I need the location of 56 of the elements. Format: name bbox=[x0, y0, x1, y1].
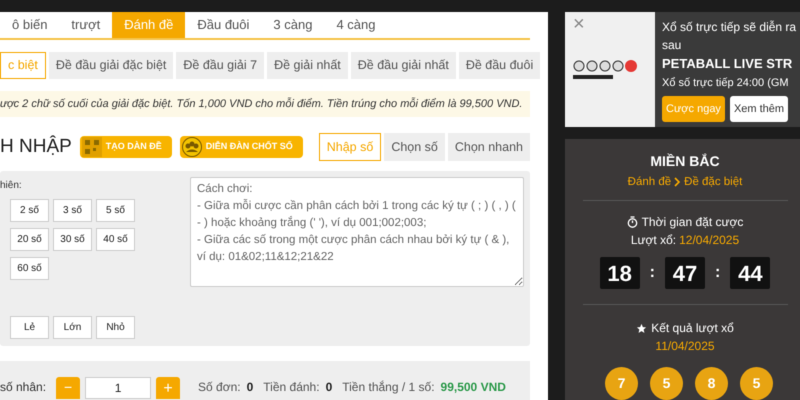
countdown-digit: 47 bbox=[665, 257, 705, 289]
game-tab[interactable]: 4 càng bbox=[324, 12, 388, 38]
summary-label: Tiền đánh: bbox=[263, 378, 320, 396]
qr-code-icon bbox=[82, 137, 102, 158]
countdown-digit: 18 bbox=[600, 257, 640, 289]
stopwatch-icon bbox=[626, 216, 638, 228]
quick-pick-button[interactable]: 30 số bbox=[53, 228, 92, 251]
bet-type-tab[interactable]: Đề đầu giải nhất bbox=[350, 52, 456, 79]
results-date: 11/04/2025 bbox=[655, 338, 715, 355]
filter-button[interactable]: Lẻ bbox=[10, 316, 49, 339]
breadcrumb-current: Đề đặc biệt bbox=[684, 174, 742, 190]
summary-label: Số đơn: bbox=[198, 378, 241, 396]
game-tab[interactable]: Đầu đuôi bbox=[185, 12, 262, 38]
region-title: MIỀN BẮC bbox=[650, 152, 720, 171]
random-label: hiên: bbox=[0, 178, 23, 193]
quick-pick-button[interactable]: 5 số bbox=[96, 198, 135, 222]
quick-pick-button[interactable]: 3 số bbox=[53, 198, 92, 222]
chevron-right-icon bbox=[674, 177, 682, 188]
section-title: H NHẬP bbox=[0, 134, 72, 159]
star-icon bbox=[636, 322, 648, 334]
quick-pick-button[interactable]: 60 số bbox=[10, 256, 49, 280]
summary-value: 99,500 VND bbox=[440, 378, 506, 396]
quick-pick-button[interactable]: 40 số bbox=[96, 228, 135, 251]
summary-label: Tiền thắng / 1 số: bbox=[342, 378, 435, 396]
bet-type-tab[interactable]: Đề đầu giải 7 bbox=[176, 52, 264, 79]
game-tab[interactable]: trượt bbox=[59, 12, 112, 38]
promo-title: PETABALL LIVE STR bbox=[662, 55, 794, 73]
game-tab[interactable]: ô biến bbox=[0, 12, 60, 38]
bet-type-tab[interactable]: Đề đầu giải đặc biệt bbox=[48, 52, 174, 79]
multiplier-label: số nhân: bbox=[0, 378, 46, 396]
quick-pick-button[interactable]: 20 số bbox=[10, 228, 49, 251]
filter-button[interactable]: Lớn bbox=[53, 316, 92, 339]
breadcrumb-link[interactable]: Đánh đề bbox=[628, 174, 672, 191]
bet-type-tab[interactable]: Đề giải nhất bbox=[267, 52, 348, 79]
input-mode-tab[interactable]: Chọn số bbox=[384, 133, 445, 162]
draw-date: 12/04/2025 bbox=[679, 232, 740, 249]
filter-button[interactable]: Nhỏ bbox=[96, 316, 135, 339]
input-mode-tab[interactable]: Chọn nhanh bbox=[448, 133, 530, 162]
promo-action-button[interactable]: Xem thêm bbox=[730, 96, 788, 122]
notice-text: ược 2 chữ số cuối của giải đặc biệt. Tốn 1,000 VND cho mỗi điểm. Tiền trúng cho mỗi điểm là 99,500 VND. bbox=[0, 91, 530, 117]
draw-label: Lượt xổ: bbox=[630, 232, 676, 249]
time-separator: : bbox=[715, 263, 720, 283]
results-title: Kết quả lượt xổ bbox=[651, 320, 734, 337]
game-tab[interactable]: 3 càng bbox=[261, 12, 324, 38]
summary-value: 0 bbox=[326, 378, 332, 396]
promo-subtitle: Xổ số trực tiếp 24:00 (GM bbox=[662, 76, 790, 91]
people-icon bbox=[182, 137, 202, 158]
countdown-digit: 44 bbox=[730, 257, 770, 289]
bet-type-tab[interactable]: Đề đầu đuôi bbox=[458, 52, 540, 79]
numbers-input-field[interactable]: Cách chơi: - Giữa mỗi cược cần phân cách bởi 1 trong các ký tự ( ; ) ( , ) ( - ) hoặc khoảng trắng (' '), ví dụ 001;002;003; - Giữa các số trong một cược phân cách nhau bởi ký tự ( & ), ví dụ: 01&02;11&12;21&22 bbox=[190, 176, 524, 287]
summary-value: 0 bbox=[246, 378, 254, 396]
countdown-title: Thời gian đặt cược bbox=[642, 214, 744, 231]
time-separator: : bbox=[650, 263, 655, 283]
promo-text: Xổ số trực tiếp sẽ diễn ra sau bbox=[662, 19, 797, 54]
quick-pick-button[interactable]: 2 số bbox=[10, 198, 49, 222]
multiplier-input-field[interactable]: 1 bbox=[85, 376, 152, 399]
